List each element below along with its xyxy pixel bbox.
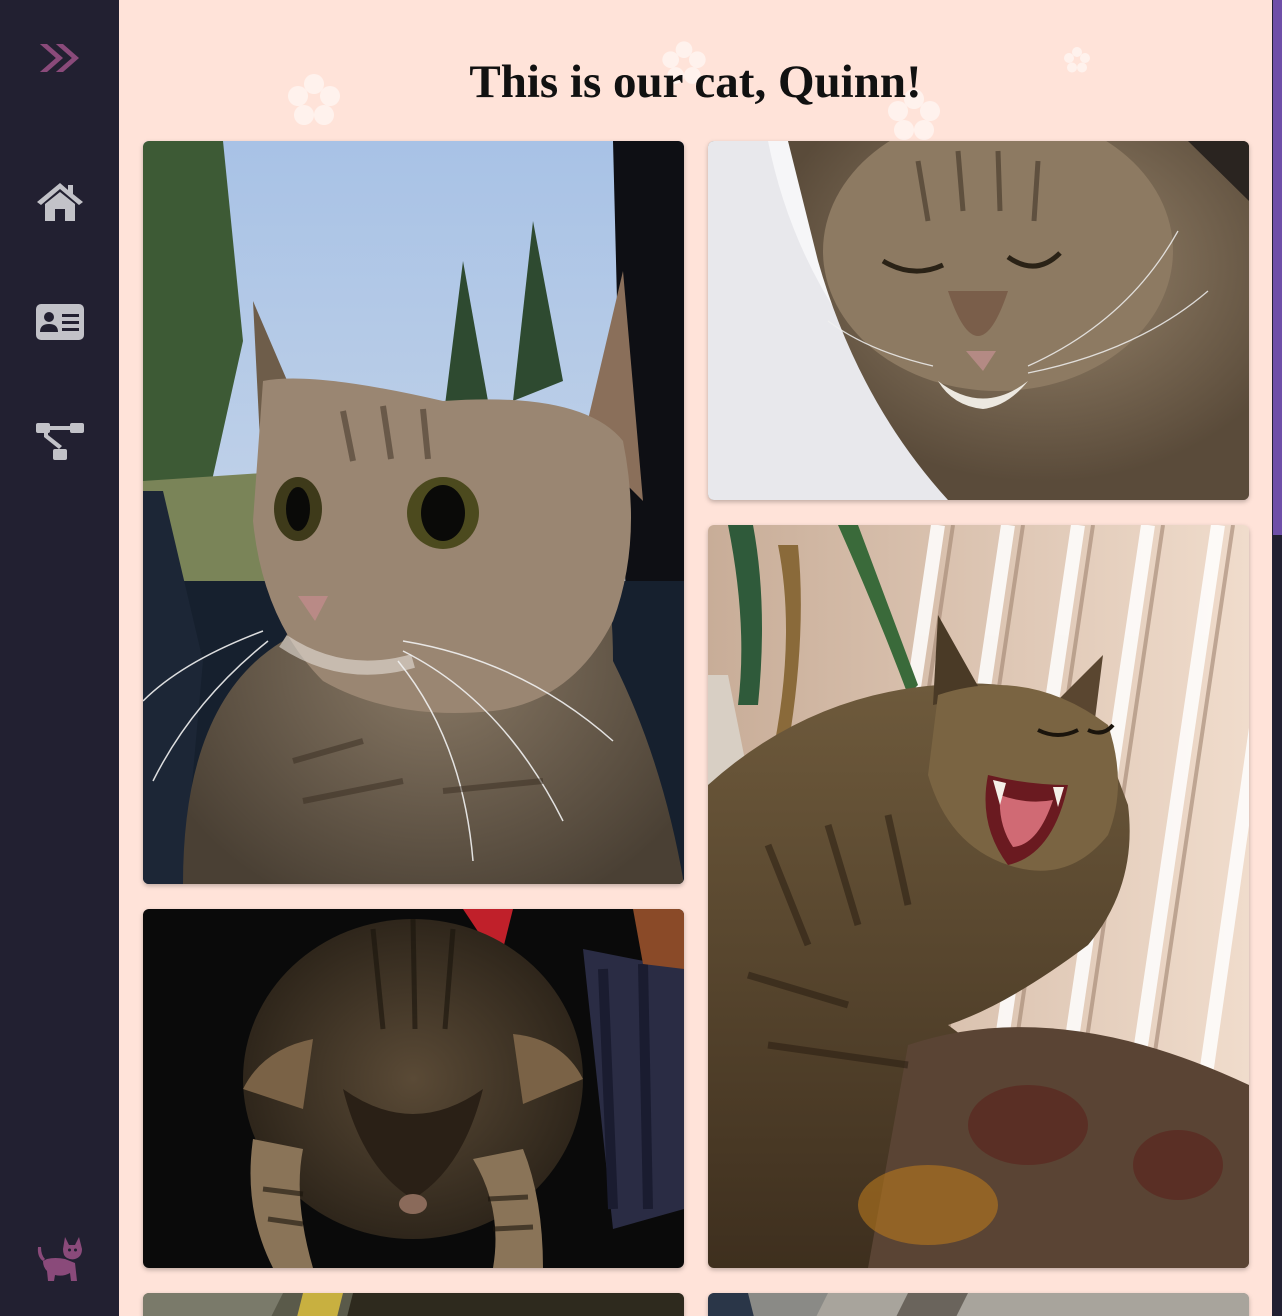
cat-yawning-image	[708, 525, 1249, 1268]
home-icon	[36, 183, 83, 221]
nav-cat[interactable]	[0, 1230, 119, 1290]
cat-in-car-photo[interactable]	[143, 141, 684, 884]
cat-photo-6[interactable]	[708, 1293, 1249, 1316]
scrollbar-thumb[interactable]	[1273, 0, 1282, 535]
cat-icon	[37, 1237, 82, 1281]
expand-sidebar-button[interactable]	[0, 28, 119, 88]
nav-home[interactable]	[0, 172, 119, 232]
nav-sitemap[interactable]	[0, 412, 119, 472]
main-content: This is our cat, Quinn!	[119, 0, 1272, 1316]
kitten-looking-down-image	[143, 909, 684, 1268]
cat-sleeping-photo[interactable]	[708, 141, 1249, 500]
sidebar	[0, 0, 119, 1316]
cat-in-car-image	[143, 141, 684, 884]
cat-photo-5-image	[143, 1293, 684, 1316]
kitten-looking-down-photo[interactable]	[143, 909, 684, 1268]
cat-photo-5[interactable]	[143, 1293, 684, 1316]
sitemap-icon	[35, 423, 84, 460]
page-title: This is our cat, Quinn!	[469, 56, 922, 108]
cat-photo-6-image	[708, 1293, 1249, 1316]
expand-chevrons-icon	[39, 44, 79, 72]
id-card-icon	[35, 304, 84, 340]
cat-yawning-photo[interactable]	[708, 525, 1249, 1268]
nav-profile[interactable]	[0, 292, 119, 352]
cat-sleeping-image	[708, 141, 1249, 500]
